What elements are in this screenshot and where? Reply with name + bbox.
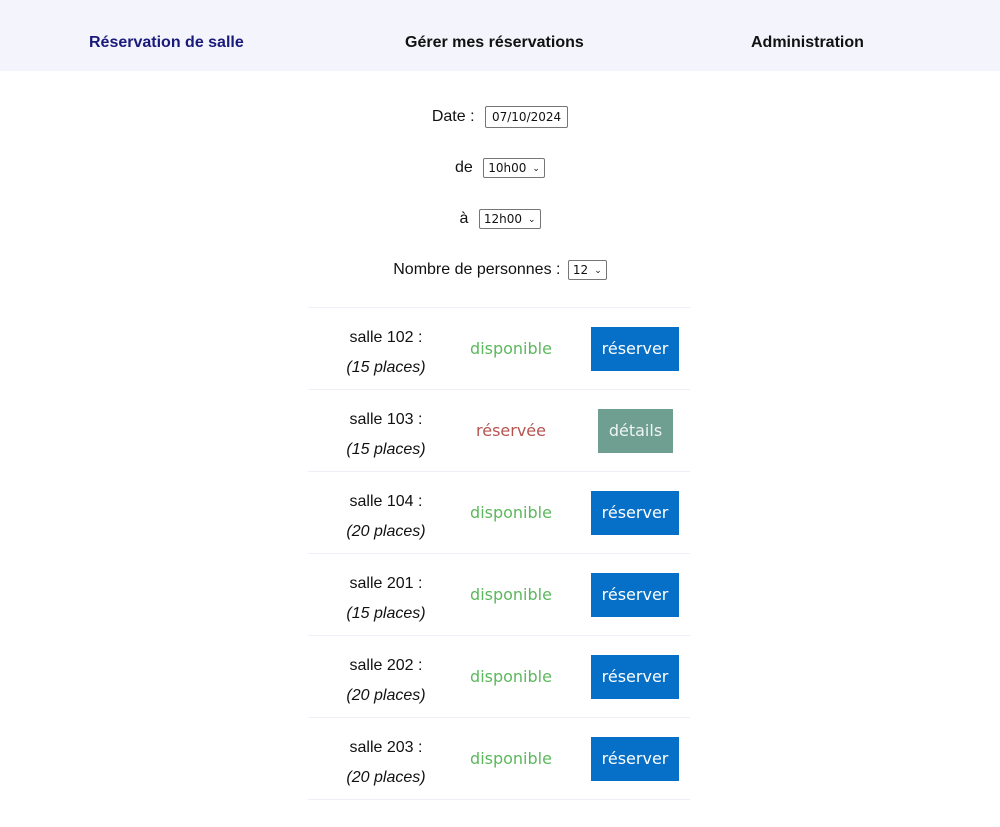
from-time-row: de 10h00 ⌄ (0, 158, 1000, 178)
top-navigation: Réservation de salle Gérer mes réservati… (0, 0, 1000, 71)
room-name: salle 102 : (349, 329, 423, 346)
reserve-button[interactable]: réserver (591, 737, 679, 781)
room-info: salle 201 : (15 places) (308, 569, 464, 629)
room-name: salle 203 : (349, 739, 423, 756)
room-capacity: (20 places) (346, 523, 426, 540)
room-capacity: (15 places) (346, 441, 426, 458)
room-capacity: (20 places) (346, 687, 426, 704)
reserve-button[interactable]: réserver (591, 573, 679, 617)
room-info: salle 102 : (15 places) (308, 323, 464, 383)
room-status: disponible (470, 749, 552, 768)
room-item: salle 202 : (20 places) disponible réser… (308, 636, 690, 718)
from-time-select[interactable]: 10h00 ⌄ (483, 158, 545, 178)
from-time-label: de (455, 159, 473, 177)
room-status: disponible (470, 585, 552, 604)
room-info: salle 202 : (20 places) (308, 651, 464, 711)
nav-manage-reservations[interactable]: Gérer mes réservations (405, 34, 584, 52)
room-list: salle 102 : (15 places) disponible réser… (308, 307, 690, 800)
date-input[interactable]: 07/10/2024 (484, 106, 569, 128)
to-time-label: à (459, 210, 469, 228)
reserve-button[interactable]: réserver (591, 655, 679, 699)
room-item: salle 201 : (15 places) disponible réser… (308, 554, 690, 636)
room-name: salle 103 : (349, 411, 423, 428)
details-button[interactable]: détails (598, 409, 673, 453)
date-label: Date : (431, 108, 475, 126)
date-row: Date : 07/10/2024 (0, 106, 1000, 128)
chevron-down-icon: ⌄ (527, 215, 536, 225)
to-time-row: à 12h00 ⌄ (0, 209, 1000, 229)
room-item: salle 103 : (15 places) réservée détails (308, 390, 690, 472)
room-name: salle 202 : (349, 657, 423, 674)
room-info: salle 103 : (15 places) (308, 405, 464, 465)
people-label: Nombre de personnes : (393, 261, 561, 279)
to-time-value: 12h00 (483, 212, 522, 226)
people-row: Nombre de personnes : 12 ⌄ (0, 260, 1000, 280)
room-info: salle 104 : (20 places) (308, 487, 464, 547)
nav-room-reservation[interactable]: Réservation de salle (89, 34, 244, 52)
room-status: disponible (470, 339, 552, 358)
chevron-down-icon: ⌄ (594, 266, 602, 276)
room-status: disponible (470, 667, 552, 686)
people-value: 12 (572, 263, 589, 277)
room-status: réservée (476, 421, 546, 440)
room-capacity: (15 places) (346, 605, 426, 622)
room-item: salle 102 : (15 places) disponible réser… (308, 308, 690, 390)
room-name: salle 104 : (349, 493, 423, 510)
chevron-down-icon: ⌄ (532, 164, 540, 174)
room-capacity: (20 places) (346, 769, 426, 786)
room-item: salle 203 : (20 places) disponible réser… (308, 718, 690, 800)
nav-administration[interactable]: Administration (751, 34, 864, 52)
to-time-select[interactable]: 12h00 ⌄ (478, 209, 541, 229)
room-item: salle 104 : (20 places) disponible réser… (308, 472, 690, 554)
room-status: disponible (470, 503, 552, 522)
room-info: salle 203 : (20 places) (308, 733, 464, 793)
room-capacity: (15 places) (346, 359, 426, 376)
reserve-button[interactable]: réserver (591, 327, 679, 371)
people-select[interactable]: 12 ⌄ (567, 260, 607, 280)
from-time-value: 10h00 (488, 161, 527, 175)
reserve-button[interactable]: réserver (591, 491, 679, 535)
room-name: salle 201 : (349, 575, 423, 592)
